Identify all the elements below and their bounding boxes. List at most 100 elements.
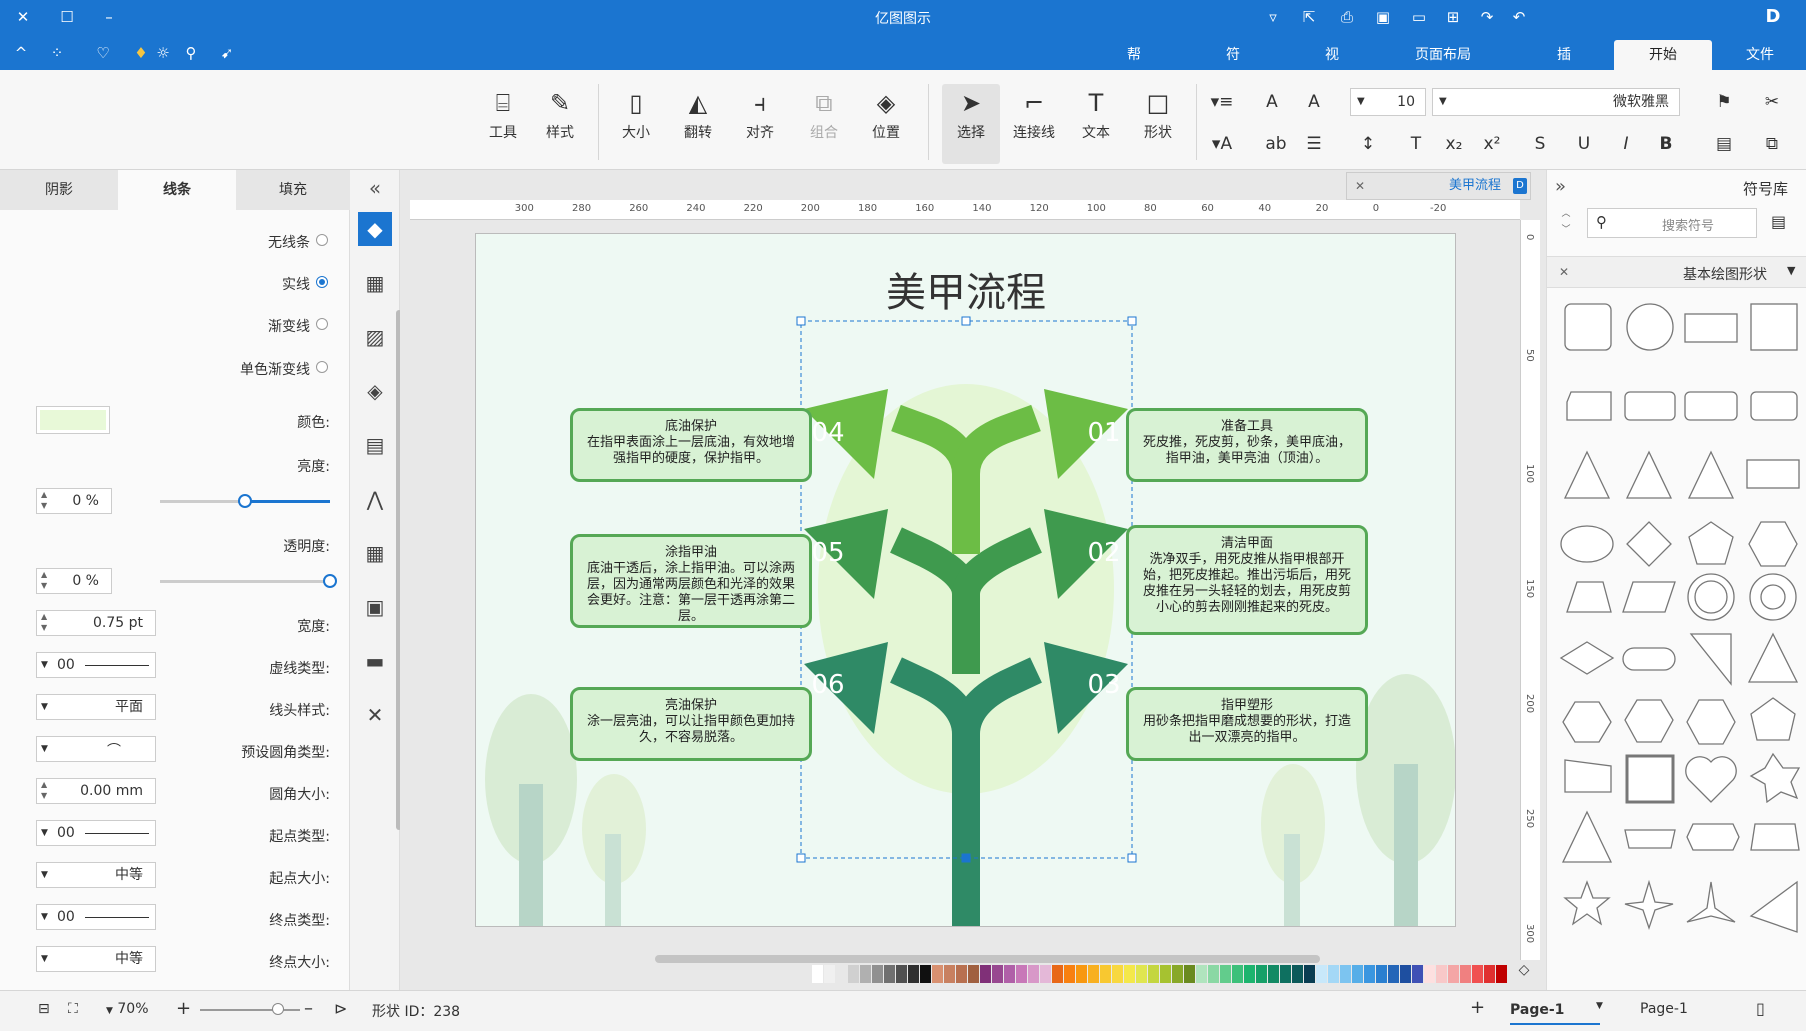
color-swatch[interactable] xyxy=(956,965,967,983)
redo-icon[interactable]: ↷ xyxy=(1476,6,1498,28)
step-03-card[interactable]: 指甲塑形 用砂条把指甲磨成想要的形状，打造出一双漂亮的指甲。 xyxy=(1126,687,1368,761)
format-painter-icon[interactable]: ⚑ xyxy=(1710,88,1738,116)
color-swatch[interactable] xyxy=(896,965,907,983)
color-swatch[interactable] xyxy=(1004,965,1015,983)
end-size-select[interactable]: ▼ 中等 xyxy=(36,946,156,972)
select-button[interactable]: ➤ 选择 xyxy=(942,84,1000,164)
tab-symbol[interactable]: 符号 xyxy=(1205,40,1261,93)
share-icon[interactable]: ⚲ xyxy=(180,42,202,64)
color-picker[interactable] xyxy=(36,406,110,434)
group-button[interactable]: ⧉ 组合 xyxy=(796,84,852,164)
color-swatch[interactable] xyxy=(1172,965,1183,983)
image-tool-icon[interactable]: ▨ xyxy=(358,320,392,354)
color-swatch[interactable] xyxy=(944,965,955,983)
line-spacing-icon[interactable]: ↕ xyxy=(1354,130,1382,158)
chevron-down-icon[interactable]: ▼ xyxy=(1596,1001,1603,1011)
gradient-line-radio[interactable] xyxy=(316,318,328,330)
paragraph-dropdown[interactable]: ▾≡ xyxy=(1208,88,1236,116)
underline-icon[interactable]: U xyxy=(1570,130,1598,158)
corner-size-input[interactable]: ▲ ▼ 0.00 mm xyxy=(36,778,156,804)
cap-style-select[interactable]: ▼ 平面 xyxy=(36,694,156,720)
color-swatch[interactable] xyxy=(872,965,883,983)
transparency-input[interactable]: ▲ ▼ 0 % xyxy=(36,568,112,594)
format-tool-icon[interactable]: ▬ xyxy=(358,644,392,678)
color-swatch[interactable] xyxy=(884,965,895,983)
text-button[interactable]: T 文本 xyxy=(1068,84,1124,164)
color-swatch[interactable] xyxy=(860,965,871,983)
bold-icon[interactable]: B xyxy=(1652,130,1680,158)
color-swatch[interactable] xyxy=(1388,965,1399,983)
fill-bucket-icon[interactable]: ◇ xyxy=(1514,962,1534,982)
slider-handle[interactable] xyxy=(238,494,252,508)
step-06-card[interactable]: 亮油保护 涂一层亮油，可以让指甲颜色更加持久，不容易脱落。 xyxy=(570,687,812,761)
color-swatch[interactable] xyxy=(1208,965,1219,983)
increase-font-icon[interactable]: A xyxy=(1300,88,1328,116)
close-tab-icon[interactable]: ✕ xyxy=(1355,173,1365,199)
tab-insert[interactable]: 插入 xyxy=(1536,40,1592,93)
drawing-page[interactable]: 美甲流程 04 01 05 02 06 03 底油保护 在指甲表面涂上一层底油，有… xyxy=(475,233,1456,927)
font-color-icon[interactable]: ▾A xyxy=(1208,130,1236,158)
zoom-out-icon[interactable]: – xyxy=(304,998,313,1019)
color-swatch[interactable] xyxy=(1304,965,1315,983)
fit-page-icon[interactable]: ⊟ xyxy=(38,1001,50,1017)
color-swatch[interactable] xyxy=(1220,965,1231,983)
brightness-icon[interactable]: ☼ xyxy=(152,42,174,64)
shuffle-tool-icon[interactable]: ✕ xyxy=(358,698,392,732)
connector-button[interactable]: ⌐ 连接线 xyxy=(1006,84,1062,164)
tab-view[interactable]: 视图 xyxy=(1304,40,1360,93)
page-tool-icon[interactable]: ▤ xyxy=(358,428,392,462)
library-menu-icon[interactable]: ▤ xyxy=(1771,212,1786,231)
document-tab[interactable]: ✕ 美甲流程 D xyxy=(1346,172,1531,200)
layers-tool-icon[interactable]: ◈ xyxy=(358,374,392,408)
color-swatch[interactable] xyxy=(968,965,979,983)
flip-button[interactable]: ◭ 翻转 xyxy=(670,84,726,164)
color-swatch[interactable] xyxy=(812,965,823,983)
color-swatch[interactable] xyxy=(1400,965,1411,983)
tools-button[interactable]: ⌸ 工具 xyxy=(475,84,531,164)
premium-icon[interactable]: ♦ xyxy=(130,42,152,64)
color-swatch[interactable] xyxy=(980,965,991,983)
horizontal-scrollbar[interactable] xyxy=(655,955,1320,963)
color-swatch[interactable] xyxy=(1196,965,1207,983)
tab-page-layout[interactable]: 页面布局 xyxy=(1398,40,1488,70)
tab-fill[interactable]: 填充 xyxy=(236,170,350,210)
step-02-card[interactable]: 清洁甲面 洗净双手，用死皮推从指甲根部开始，把死皮推起。推出污垢后，用死皮推在另一… xyxy=(1126,525,1368,635)
color-swatch[interactable] xyxy=(908,965,919,983)
tab-file[interactable]: 文件 xyxy=(1730,40,1790,70)
color-swatch[interactable] xyxy=(1484,965,1495,983)
new-icon[interactable]: ⊞ xyxy=(1442,6,1464,28)
font-family-select[interactable]: ▼ 微软雅黑 xyxy=(1432,88,1680,116)
color-swatch[interactable] xyxy=(1316,965,1327,983)
italic-icon[interactable]: I xyxy=(1612,130,1640,158)
color-swatch[interactable] xyxy=(1040,965,1051,983)
color-swatch[interactable] xyxy=(1424,965,1435,983)
superscript-icon[interactable]: x² xyxy=(1478,130,1506,158)
add-page-icon[interactable]: + xyxy=(1470,997,1485,1018)
fullscreen-icon[interactable]: ⛶ xyxy=(68,1001,78,1017)
align-button[interactable]: ⫞ 对齐 xyxy=(732,84,788,164)
slider-handle[interactable] xyxy=(323,574,337,588)
collapse-panel-icon[interactable]: « xyxy=(360,176,390,204)
style-button[interactable]: ✎ 样式 xyxy=(532,84,588,164)
color-swatch[interactable] xyxy=(1292,965,1303,983)
shape-button[interactable]: □ 形状 xyxy=(1130,84,1186,164)
theme-icon[interactable]: ♡ xyxy=(92,42,114,64)
color-swatch[interactable] xyxy=(1244,965,1255,983)
collapse-library-icon[interactable]: » xyxy=(1555,176,1566,197)
chart-tool-icon[interactable]: ⋀ xyxy=(358,482,392,516)
strikethrough-icon[interactable]: S xyxy=(1526,130,1554,158)
width-input[interactable]: ▲ ▼ 0.75 pt xyxy=(36,610,156,636)
color-swatch[interactable] xyxy=(1328,965,1339,983)
category-header[interactable]: ✕ 基本绘图形状 ▼ xyxy=(1547,256,1806,288)
color-swatch[interactable] xyxy=(848,965,859,983)
color-swatch[interactable] xyxy=(1076,965,1087,983)
color-swatch[interactable] xyxy=(1436,965,1447,983)
corner-type-select[interactable]: ▼ ⌒ xyxy=(36,736,156,762)
dropdown-icon[interactable]: ▿ xyxy=(1262,6,1284,28)
color-swatch[interactable] xyxy=(1052,965,1063,983)
page-tab[interactable]: Page-1 xyxy=(1510,995,1600,1025)
color-swatch[interactable] xyxy=(1256,965,1267,983)
step-01-card[interactable]: 准备工具 死皮推，死皮剪，砂条，美甲底油，指甲油，美甲亮油（顶油）。 xyxy=(1126,408,1368,482)
color-swatch[interactable] xyxy=(1064,965,1075,983)
tab-help[interactable]: 帮助 xyxy=(1106,40,1162,93)
